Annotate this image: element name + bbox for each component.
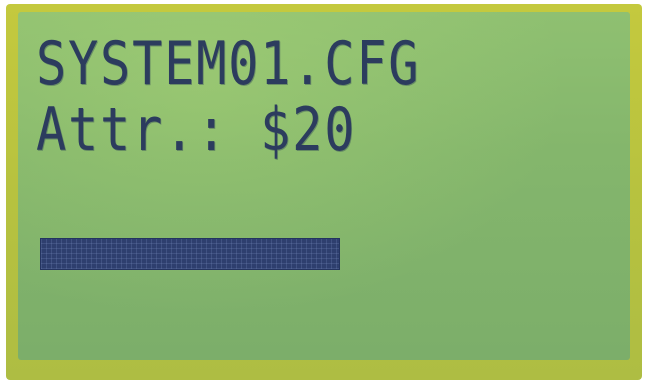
lcd-screen: SYSTEM01.CFG Attr.: $20 — [18, 12, 630, 360]
filename-text: SYSTEM01.CFG — [36, 29, 421, 99]
progress-bar — [40, 238, 340, 270]
progress-bar-fill — [40, 238, 340, 270]
attribute-text: Attr.: $20 — [36, 95, 357, 165]
